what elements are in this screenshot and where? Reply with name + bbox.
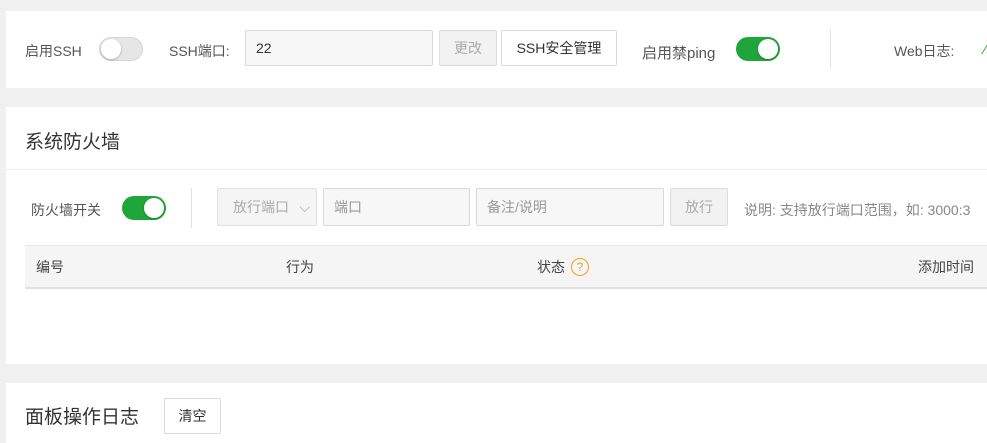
column-header-status: 状态?: [537, 246, 589, 288]
column-header-status-label: 状态: [537, 259, 565, 275]
firewall-port-input[interactable]: 端口: [323, 188, 470, 226]
firewall-toggle[interactable]: [122, 196, 166, 220]
panel-log-title: 面板操作日志: [25, 407, 140, 428]
panel-log-clear-button[interactable]: 清空: [164, 398, 221, 434]
ssh-enable-label: 启用SSH: [25, 43, 82, 59]
divider: [830, 29, 831, 69]
firewall-switch-label: 防火墙开关: [31, 202, 101, 218]
ping-toggle[interactable]: [736, 37, 780, 61]
firewall-note-input[interactable]: 备注/说明: [476, 188, 664, 226]
ssh-security-manage-button[interactable]: SSH安全管理: [501, 30, 617, 66]
column-header-added-time: 添加时间: [918, 259, 974, 275]
divider: [191, 188, 192, 228]
ssh-port-input[interactable]: 22: [245, 30, 433, 66]
firewall-title-divider: [6, 169, 987, 170]
firewall-table-header: 编号 行为 状态? 添加时间: [25, 245, 987, 289]
ssh-port-label: SSH端口:: [169, 43, 230, 59]
help-icon[interactable]: ?: [571, 258, 589, 277]
settings-card: 启用SSH SSH端口: 22 更改 SSH安全管理 启用禁ping Web日志…: [6, 11, 987, 88]
firewall-card: 系统防火墙 防火墙开关 放行端口 ⌵ 端口 备注/说明 放行 说明: 支持放行端…: [6, 107, 987, 364]
column-header-action: 行为: [286, 259, 314, 275]
firewall-action-select[interactable]: 放行端口 ⌵: [217, 188, 317, 226]
ssh-toggle-knob: [101, 39, 121, 59]
column-header-id: 编号: [36, 259, 64, 275]
firewall-action-select-value: 放行端口: [233, 199, 289, 215]
ping-toggle-knob: [758, 39, 778, 59]
firewall-allow-button[interactable]: 放行: [670, 188, 728, 226]
firewall-hint: 说明: 支持放行端口范围，如: 3000:3: [744, 202, 971, 218]
ssh-toggle[interactable]: [99, 37, 143, 61]
firewall-toggle-knob: [144, 198, 164, 218]
ping-label: 启用禁ping: [642, 45, 716, 62]
firewall-title: 系统防火墙: [25, 132, 121, 153]
panel-log-card: 面板操作日志 清空: [6, 383, 987, 443]
ssh-port-change-button[interactable]: 更改: [439, 30, 497, 66]
chevron-down-icon: ⌵: [299, 199, 310, 215]
web-log-indicator-icon: ∕: [984, 41, 987, 57]
web-log-label: Web日志:: [894, 43, 955, 59]
